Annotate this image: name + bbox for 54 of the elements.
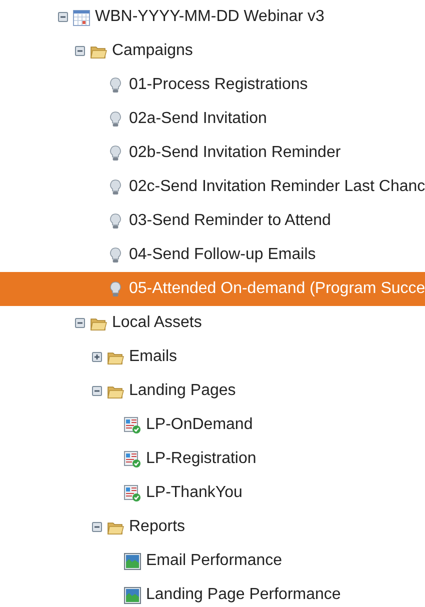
tree-row[interactable]: Reports bbox=[0, 510, 425, 544]
tree-row[interactable]: 04-Send Follow-up Emails bbox=[0, 238, 425, 272]
tree-label: LP-OnDemand bbox=[146, 416, 253, 434]
tree-label: 02c-Send Invitation Reminder Last Chanc bbox=[129, 178, 425, 196]
tree-label: LP-Registration bbox=[146, 450, 256, 468]
collapse-icon[interactable] bbox=[75, 318, 85, 328]
collapse-icon[interactable] bbox=[58, 12, 68, 22]
tree-label: Local Assets bbox=[112, 314, 202, 332]
tree-label: 03-Send Reminder to Attend bbox=[129, 212, 331, 230]
tree-label: 02a-Send Invitation bbox=[129, 110, 267, 128]
page-check-icon bbox=[124, 484, 141, 502]
tree-label: Reports bbox=[129, 518, 186, 536]
tree-row[interactable]: Campaigns bbox=[0, 34, 425, 68]
tree-label: WBN-YYYY-MM-DD Webinar v3 bbox=[95, 8, 324, 26]
tree-row[interactable]: LP-ThankYou bbox=[0, 476, 425, 510]
tree-row[interactable]: LP-Registration bbox=[0, 442, 425, 476]
tree-label: 05-Attended On-demand (Program Succe bbox=[129, 280, 425, 298]
tree-label: Email Performance bbox=[146, 552, 282, 570]
collapse-icon[interactable] bbox=[92, 522, 102, 532]
tree-row[interactable]: 01-Process Registrations bbox=[0, 68, 425, 102]
lightbulb-icon bbox=[107, 212, 124, 230]
collapse-icon[interactable] bbox=[92, 386, 102, 396]
lightbulb-icon bbox=[107, 246, 124, 264]
expand-icon[interactable] bbox=[92, 352, 102, 362]
tree-label: Landing Page Performance bbox=[146, 586, 341, 604]
tree-label: Landing Pages bbox=[129, 382, 236, 400]
tree-label: 01-Process Registrations bbox=[129, 76, 308, 94]
tree-row[interactable]: 02a-Send Invitation bbox=[0, 102, 425, 136]
tree-row[interactable]: Landing Pages bbox=[0, 374, 425, 408]
tree-label: 04-Send Follow-up Emails bbox=[129, 246, 316, 264]
lightbulb-icon bbox=[107, 76, 124, 94]
tree-row[interactable]: 03-Send Reminder to Attend bbox=[0, 204, 425, 238]
lightbulb-icon bbox=[107, 144, 124, 162]
page-check-icon bbox=[124, 450, 141, 468]
lightbulb-icon bbox=[107, 110, 124, 128]
tree-row[interactable]: Email Performance bbox=[0, 544, 425, 578]
tree-row[interactable]: Local Assets bbox=[0, 306, 425, 340]
tree-row[interactable]: WBN-YYYY-MM-DD Webinar v3 bbox=[0, 0, 425, 34]
tree-label: LP-ThankYou bbox=[146, 484, 242, 502]
chart-image-icon bbox=[124, 552, 141, 570]
tree-label: 02b-Send Invitation Reminder bbox=[129, 144, 341, 162]
chart-image-icon bbox=[124, 586, 141, 604]
lightbulb-icon bbox=[107, 178, 124, 196]
page-check-icon bbox=[124, 416, 141, 434]
tree-row[interactable]: 02c-Send Invitation Reminder Last Chanc bbox=[0, 170, 425, 204]
tree-row[interactable]: Landing Page Performance bbox=[0, 578, 425, 607]
tree-row[interactable]: Emails bbox=[0, 340, 425, 374]
collapse-icon[interactable] bbox=[75, 46, 85, 56]
tree-label: Campaigns bbox=[112, 42, 193, 60]
lightbulb-icon bbox=[107, 280, 124, 298]
tree-row[interactable]: LP-OnDemand bbox=[0, 408, 425, 442]
tree-label: Emails bbox=[129, 348, 178, 366]
calendar-icon bbox=[73, 8, 90, 26]
tree-row[interactable]: 02b-Send Invitation Reminder bbox=[0, 136, 425, 170]
